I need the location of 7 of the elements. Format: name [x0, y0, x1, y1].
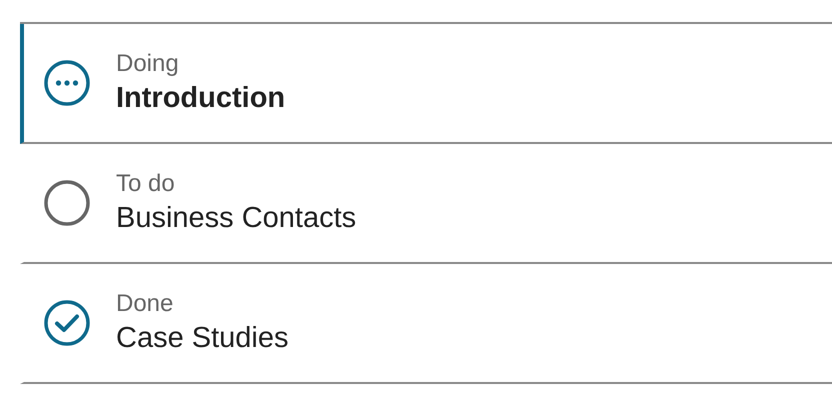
lesson-title: Introduction: [116, 81, 286, 116]
lesson-title: Case Studies: [116, 321, 288, 356]
status-label: Doing: [116, 49, 180, 79]
lesson-title: Business Contacts: [116, 201, 356, 236]
lesson-item[interactable]: Doing Introduction: [20, 24, 832, 144]
status-label: To do: [116, 169, 176, 199]
status-label: Done: [116, 289, 174, 319]
